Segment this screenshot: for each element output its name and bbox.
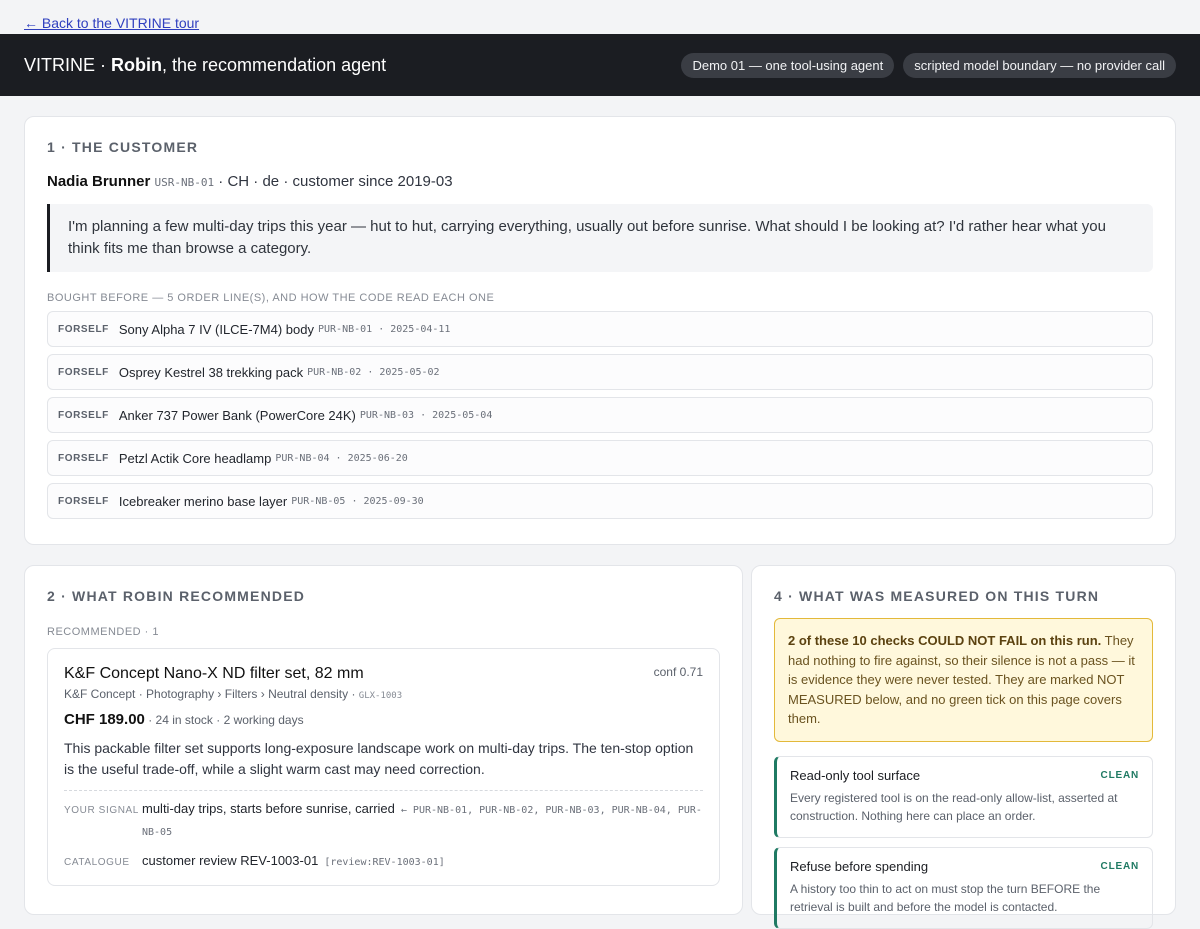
catalogue-label: CATALOGUE [64, 857, 130, 868]
history-label: BOUGHT BEFORE — 5 ORDER LINE(S), AND HOW… [47, 292, 495, 304]
history-item-name: Icebreaker merino base layer [118, 493, 288, 509]
history-item-id: PUR-NB-03 [359, 409, 415, 421]
divider [64, 790, 703, 791]
warning-headline: 2 of these 10 checks COULD NOT FAIL on t… [788, 633, 1102, 648]
check-title: Refuse before spending [790, 858, 929, 874]
history-row: FORSELF Petzl Actik Core headlamp PUR-NB… [47, 440, 1153, 476]
check-header: Refuse before spending CLEAN [790, 859, 1139, 874]
section-title-measurement: 4 · WHAT WAS MEASURED ON THIS TURN [774, 588, 1100, 604]
section-title-customer: 1 · THE CUSTOMER [47, 139, 199, 155]
category-breadcrumb: K&F Concept · Photography › Filters › Ne… [64, 687, 359, 701]
customer-details: · CH · de · customer since 2019-03 [214, 173, 453, 190]
header-chips: Demo 01 — one tool-using agent scripted … [681, 52, 1176, 78]
history-item-name: Sony Alpha 7 IV (ILCE-7M4) body [118, 321, 314, 337]
check-title: Read-only tool surface [790, 767, 921, 783]
product-name: K&F Concept Nano-X ND filter set, 82 mm [64, 665, 364, 682]
history-item-id: PUR-NB-01 [317, 323, 373, 335]
customer-message: I'm planning a few multi-day trips this … [47, 204, 1153, 272]
back-link-row: ← Back to the VITRINE tour [0, 0, 1200, 34]
customer-line: Nadia Brunner USR-NB-01 · CH · de · cust… [47, 173, 1153, 190]
section-title-recommendation: 2 · WHAT ROBIN RECOMMENDED [47, 588, 306, 604]
warning-callout: 2 of these 10 checks COULD NOT FAIL on t… [774, 618, 1153, 742]
app-title: VITRINE · Robin, the recommendation agen… [24, 55, 386, 76]
product-category-path: K&F Concept · Photography › Filters › Ne… [64, 687, 703, 701]
customer-id: USR-NB-01 [154, 176, 215, 189]
signal-label: YOUR SIGNAL [64, 805, 139, 816]
boundary-chip: scripted model boundary — no provider ca… [903, 52, 1176, 78]
history-item-date: 2025-05-04 [432, 409, 493, 421]
brand-prefix: VITRINE · [24, 54, 112, 75]
customer-name: Nadia Brunner [47, 173, 151, 190]
product-header: K&F Concept Nano-X ND filter set, 82 mm … [64, 665, 703, 683]
meta-separator: · [329, 452, 348, 464]
history-row: FORSELF Icebreaker merino base layer PUR… [47, 483, 1153, 519]
catalogue-text: customer review REV-1003-01 [142, 853, 319, 868]
check-description: Every registered tool is on the read-onl… [790, 790, 1118, 824]
history-list: FORSELF Sony Alpha 7 IV (ILCE-7M4) body … [47, 311, 1153, 519]
history-row: FORSELF Anker 737 Power Bank (PowerCore … [47, 397, 1153, 433]
history-tag: FORSELF [58, 495, 109, 507]
check-status-badge: CLEAN [1100, 769, 1139, 781]
top-bar: VITRINE · Robin, the recommendation agen… [0, 34, 1200, 96]
history-item-name: Osprey Kestrel 38 trekking pack [118, 364, 304, 380]
product-description: This packable filter set supports long-e… [64, 740, 694, 777]
back-to-tour-link[interactable]: ← Back to the VITRINE tour [24, 15, 199, 31]
agent-name: Robin [111, 54, 163, 75]
history-item-date: 2025-04-11 [390, 323, 451, 335]
history-item-id: PUR-NB-05 [291, 495, 346, 507]
history-row: FORSELF Sony Alpha 7 IV (ILCE-7M4) body … [47, 311, 1153, 347]
check-item: Read-only tool surface CLEAN Every regis… [774, 755, 1153, 838]
check-header: Read-only tool surface CLEAN [790, 768, 1139, 783]
signal-value: multi-day trips, starts before sunrise, … [142, 799, 703, 843]
history-item-name: Anker 737 Power Bank (PowerCore 24K) [118, 407, 356, 423]
product-sku: GLX-1003 [358, 691, 403, 701]
history-item-date: 2025-09-30 [363, 495, 424, 507]
stock-info: · 24 in stock · 2 working days [144, 713, 304, 727]
signal-row: YOUR SIGNAL multi-day trips, starts befo… [64, 799, 703, 843]
confidence-score: conf 0.71 [653, 665, 703, 679]
signal-text: multi-day trips, starts before sunrise, … [142, 801, 395, 816]
catalogue-value: customer review REV-1003-01 [review:REV-… [142, 851, 445, 873]
history-item-date: 2025-06-20 [347, 452, 408, 464]
history-tag: FORSELF [58, 452, 109, 464]
catalogue-row: CATALOGUE customer review REV-1003-01 [r… [64, 851, 703, 873]
history-tag: FORSELF [58, 323, 109, 335]
catalogue-ref: [review:REV-1003-01] [318, 857, 445, 868]
history-tag: FORSELF [58, 366, 109, 378]
recommendation-card: 2 · WHAT ROBIN RECOMMENDED RECOMMENDED ·… [24, 565, 743, 915]
product-card: K&F Concept Nano-X ND filter set, 82 mm … [47, 648, 720, 886]
history-item-id: PUR-NB-02 [307, 366, 362, 378]
check-item: Refuse before spending CLEAN A history t… [774, 846, 1153, 929]
product-price: CHF 189.00 [64, 711, 145, 728]
check-description: A history too thin to act on must stop t… [790, 881, 1101, 915]
brand-suffix: , the recommendation agent [162, 54, 387, 75]
history-item-date: 2025-05-02 [379, 366, 440, 378]
demo-chip: Demo 01 — one tool-using agent [681, 52, 895, 78]
recommended-count-label: RECOMMENDED · 1 [47, 626, 160, 638]
check-status-badge: CLEAN [1100, 860, 1139, 872]
history-row: FORSELF Osprey Kestrel 38 trekking pack … [47, 354, 1153, 390]
history-item-name: Petzl Actik Core headlamp [118, 450, 272, 466]
meta-separator: · [372, 323, 391, 335]
price-row: CHF 189.00 · 24 in stock · 2 working day… [64, 711, 703, 728]
meta-separator: · [345, 495, 364, 507]
measurement-card: 4 · WHAT WAS MEASURED ON THIS TURN 2 of … [751, 565, 1176, 929]
history-tag: FORSELF [58, 409, 109, 421]
customer-card: 1 · THE CUSTOMER Nadia Brunner USR-NB-01… [24, 116, 1176, 545]
history-item-id: PUR-NB-04 [275, 452, 330, 464]
meta-separator: · [361, 366, 380, 378]
meta-separator: · [414, 409, 433, 421]
